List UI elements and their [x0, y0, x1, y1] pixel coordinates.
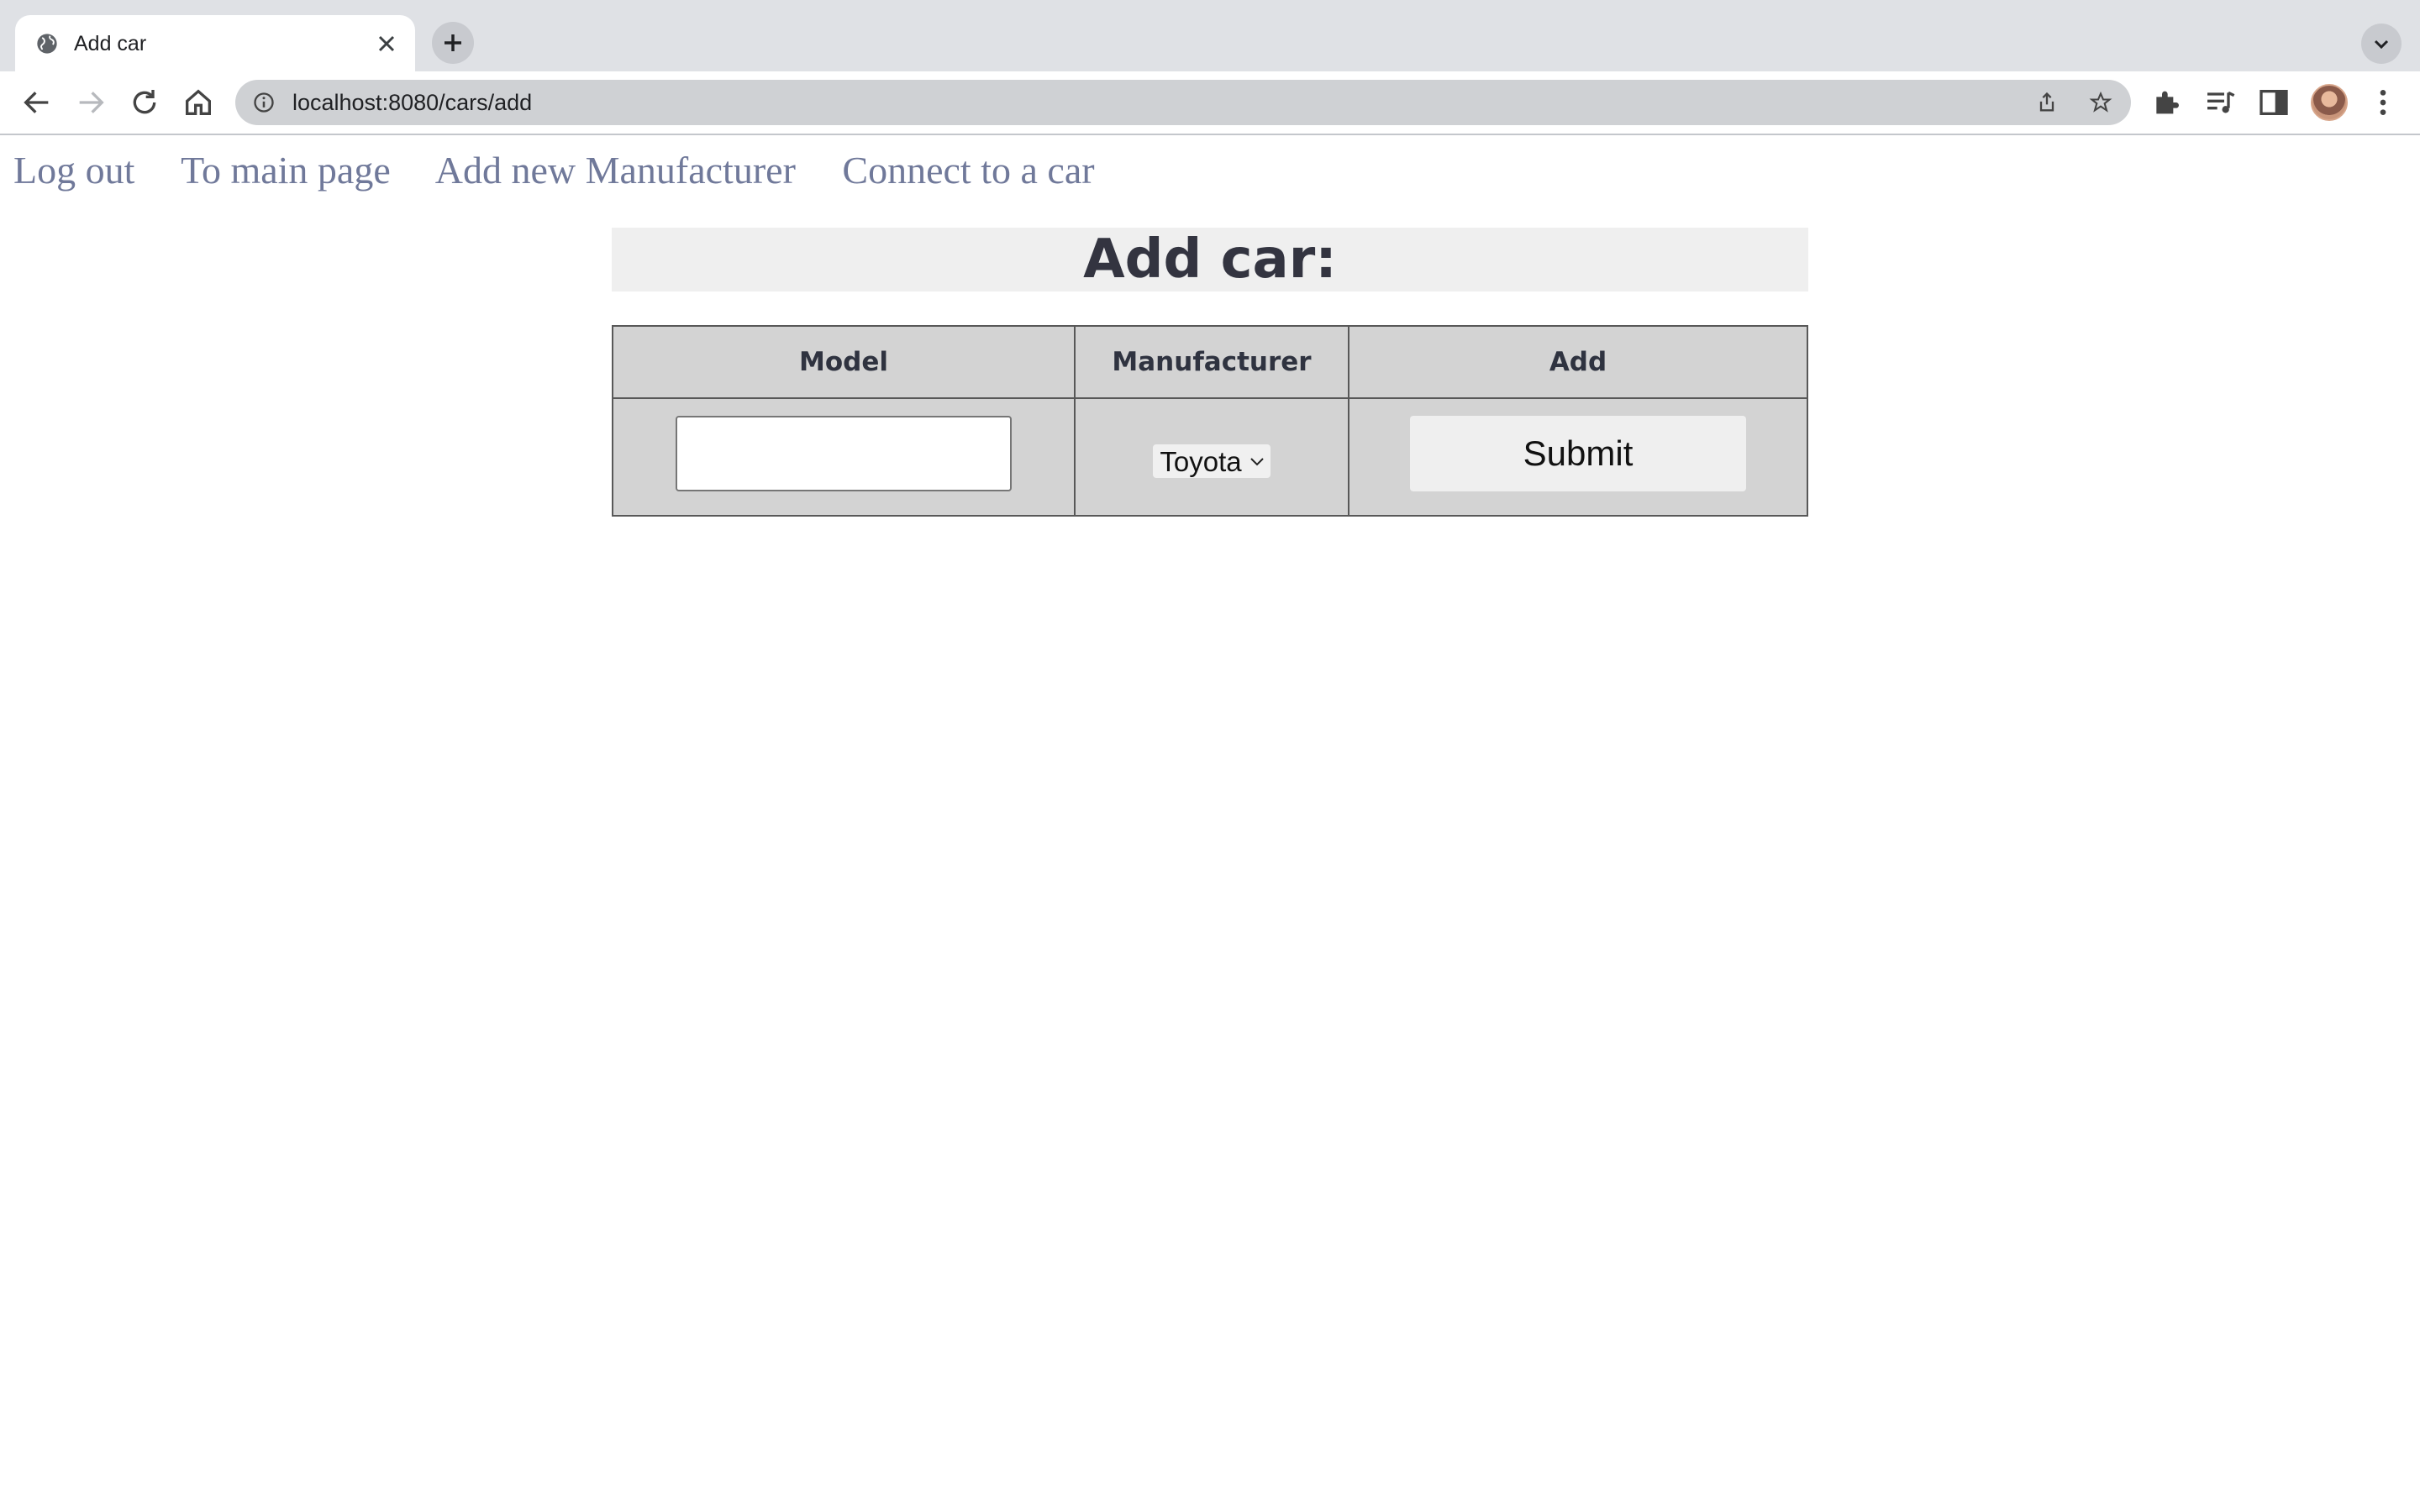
url-text: localhost:8080/cars/add [292, 90, 533, 115]
add-column-header: Add [1348, 325, 1808, 399]
side-panel-icon[interactable] [2257, 86, 2291, 119]
add-manufacturer-link[interactable]: Add new Manufacturer [435, 149, 796, 192]
manufacturer-column-header: Manufacturer [1074, 325, 1349, 399]
more-menu-icon[interactable] [2366, 86, 2400, 119]
extensions-puzzle-icon[interactable] [2149, 86, 2183, 119]
new-tab-plus-icon[interactable] [432, 22, 474, 64]
star-bookmark-icon[interactable] [2089, 91, 2112, 114]
globe-icon [37, 34, 57, 54]
add-cell: Submit [1348, 397, 1808, 517]
manufacturer-cell: Toyota [1074, 397, 1349, 517]
table-row: Toyota Submit [612, 397, 1808, 517]
home-icon[interactable] [182, 86, 215, 119]
logout-link[interactable]: Log out [13, 149, 134, 192]
top-nav: Log out To main page Add new Manufacture… [13, 148, 1132, 192]
tab-title: Add car [74, 32, 147, 55]
add-car-form-table: Model Manufacturer Add Toyota Submit [612, 325, 1808, 517]
media-queue-icon[interactable] [2203, 86, 2237, 119]
browser-tab[interactable]: Add car [15, 15, 415, 71]
model-cell [612, 397, 1076, 517]
page-title: Add car: [1083, 228, 1337, 291]
browser-tabstrip: Add car [0, 0, 2420, 71]
manufacturer-select[interactable]: Toyota [1153, 444, 1270, 478]
connect-car-link[interactable]: Connect to a car [842, 149, 1094, 192]
forward-arrow-icon[interactable] [74, 86, 108, 119]
close-icon[interactable] [373, 30, 400, 57]
main-page-link[interactable]: To main page [181, 149, 391, 192]
profile-avatar[interactable] [2311, 84, 2348, 121]
chevron-down-icon [1249, 458, 1264, 466]
model-input[interactable] [676, 416, 1012, 491]
page-heading-box: Add car: [612, 228, 1808, 291]
table-header-row: Model Manufacturer Add [612, 325, 1808, 399]
model-column-header: Model [612, 325, 1076, 399]
site-info-icon[interactable] [252, 91, 276, 114]
browser-toolbar: localhost:8080/cars/add [0, 71, 2420, 135]
chevron-down-icon[interactable] [2361, 24, 2402, 64]
share-icon[interactable] [2035, 91, 2059, 114]
manufacturer-selected-value: Toyota [1160, 446, 1242, 477]
address-bar[interactable]: localhost:8080/cars/add [235, 80, 2131, 125]
reload-icon[interactable] [128, 86, 161, 119]
back-arrow-icon[interactable] [20, 86, 54, 119]
submit-button[interactable]: Submit [1410, 416, 1746, 491]
